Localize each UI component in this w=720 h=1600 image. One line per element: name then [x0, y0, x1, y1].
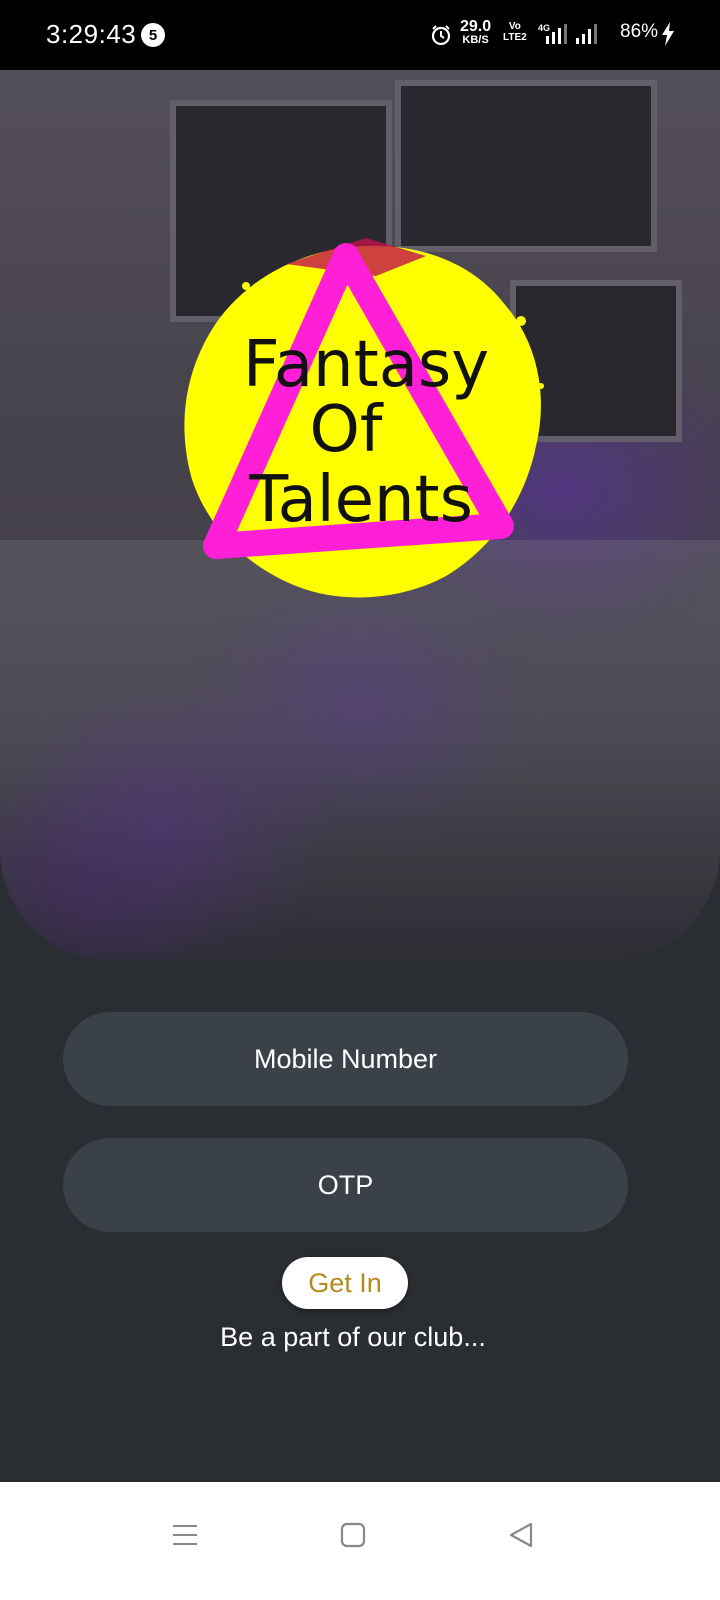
app-logo: Fantasy Of Talents [176, 226, 556, 616]
logo-text-line1: Fantasy [243, 328, 489, 402]
alarm-icon [430, 24, 452, 51]
svg-text:4G: 4G [538, 23, 550, 33]
battery-level: 86% [620, 21, 659, 42]
get-in-button[interactable]: Get In [282, 1257, 408, 1309]
network-speed: 29.0 KB/S [460, 19, 491, 46]
menu-icon[interactable] [172, 1522, 198, 1553]
status-time: 3:29:43 [46, 19, 137, 49]
signal-icon: 4G [538, 22, 568, 51]
logo-text-line3: Talents [248, 463, 473, 537]
tagline-text: Be a part of our club... [220, 1322, 486, 1352]
notification-badge: 5 [141, 23, 165, 47]
home-square-icon[interactable] [340, 1522, 366, 1553]
back-triangle-icon[interactable] [508, 1522, 534, 1553]
otp-field[interactable]: OTP [63, 1138, 628, 1232]
network-speed-value: 29.0 [460, 18, 492, 35]
status-bar: 3:29:43 5 29.0 KB/S Vo LTE2 4G 86% [0, 0, 720, 70]
volte-indicator: Vo LTE2 [503, 21, 527, 43]
mobile-number-placeholder: Mobile Number [253, 1043, 438, 1074]
signal-icon [575, 22, 601, 51]
logo-text-line2: Of [310, 393, 384, 467]
volte-line1: Vo [508, 21, 521, 32]
mobile-number-field[interactable]: Mobile Number [63, 1012, 628, 1106]
charging-icon [661, 22, 675, 51]
volte-line2: LTE2 [503, 32, 527, 43]
system-navigation-bar [0, 1482, 720, 1600]
network-speed-unit: KB/S [462, 34, 489, 46]
otp-placeholder: OTP [317, 1169, 374, 1200]
